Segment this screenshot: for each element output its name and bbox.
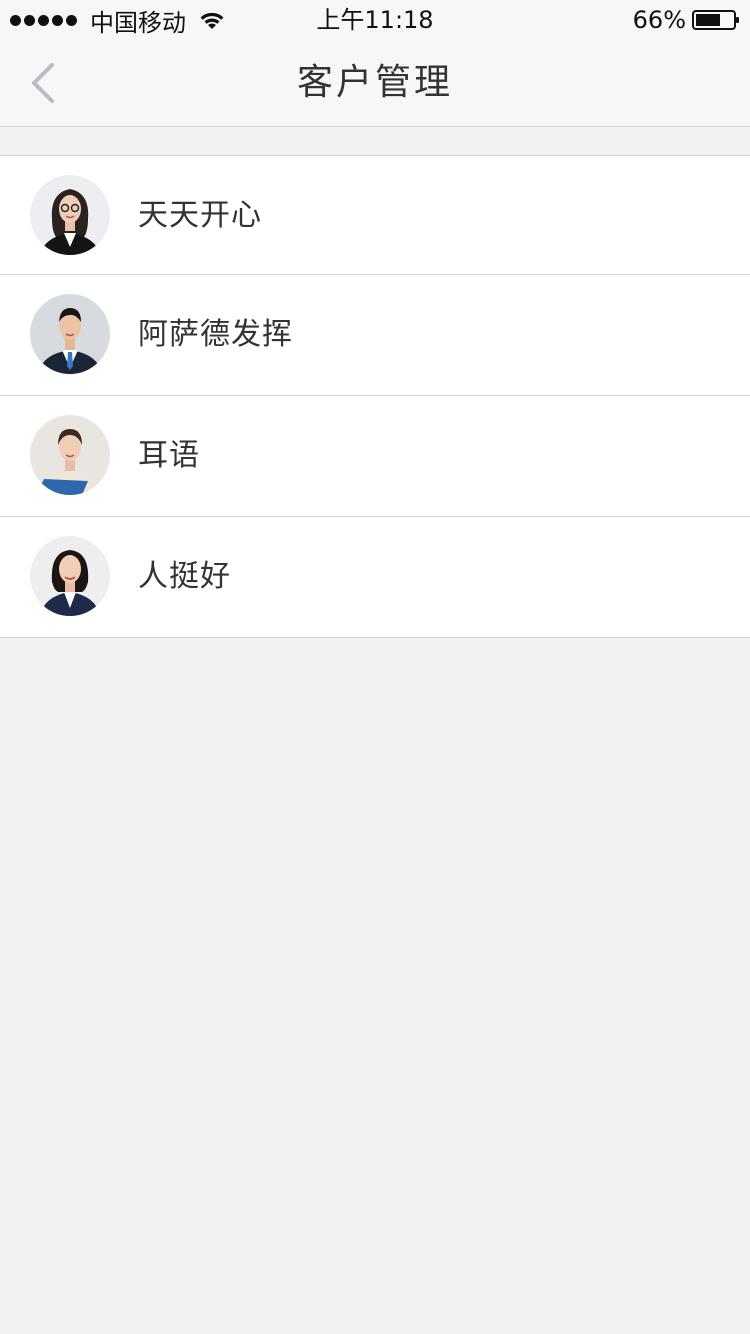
page-title: 客户管理	[296, 62, 453, 103]
battery-percentage: 66%	[632, 6, 686, 34]
avatar	[30, 294, 110, 374]
customer-list: 天天开心 阿萨德发挥 耳语 人挺好	[0, 155, 750, 638]
avatar	[30, 415, 110, 495]
back-button[interactable]	[18, 58, 68, 108]
avatar	[30, 175, 110, 255]
customer-list-item[interactable]: 人挺好	[0, 517, 750, 638]
avatar	[30, 536, 110, 616]
status-bar: 中国移动 上午11:18 66%	[0, 0, 750, 40]
status-right: 66%	[633, 4, 740, 36]
customer-list-item[interactable]: 耳语	[0, 396, 750, 517]
battery-icon	[692, 10, 739, 30]
avatar-woman-blazer-icon	[30, 536, 110, 616]
avatar-woman-folder-icon	[30, 415, 110, 495]
avatar-man-suit-icon	[30, 294, 110, 374]
customer-name: 天天开心	[138, 198, 262, 233]
customer-list-item[interactable]: 阿萨德发挥	[0, 275, 750, 396]
customer-name: 阿萨德发挥	[138, 317, 293, 352]
navigation-bar: 客户管理	[0, 40, 750, 127]
chevron-left-icon	[32, 63, 54, 103]
customer-name: 人挺好	[138, 559, 231, 594]
customer-list-item[interactable]: 天天开心	[0, 156, 750, 275]
avatar-woman-glasses-icon	[30, 175, 110, 255]
customer-name: 耳语	[138, 438, 200, 473]
